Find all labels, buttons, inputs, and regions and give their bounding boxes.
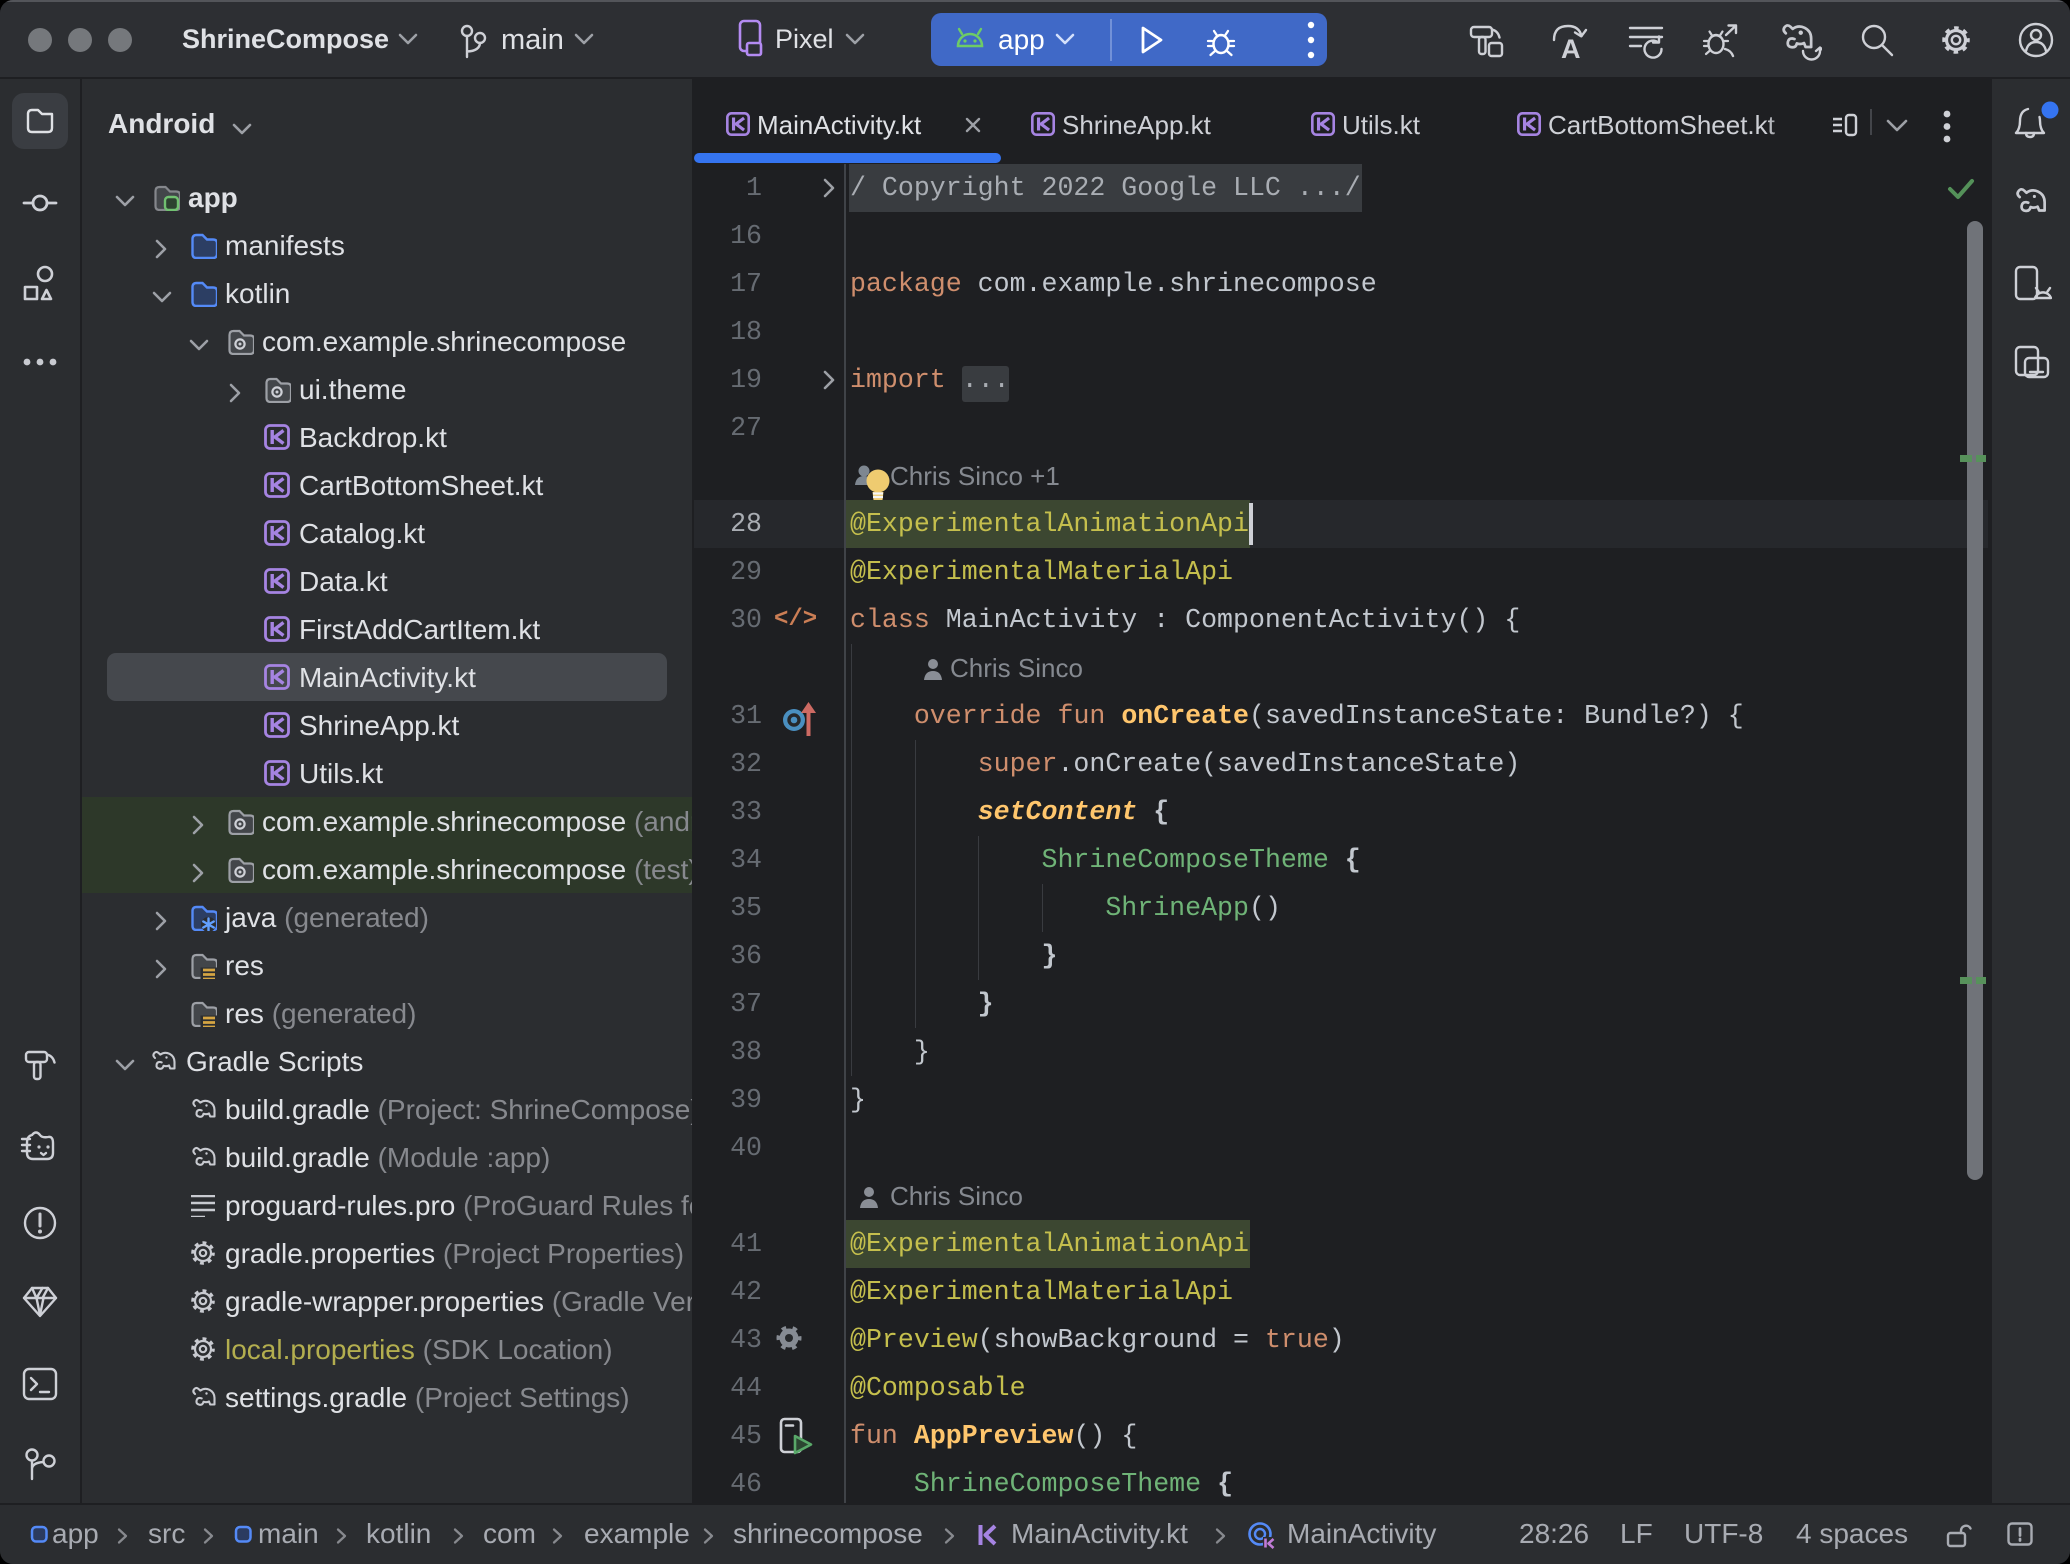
svg-text:A: A — [1561, 34, 1581, 60]
